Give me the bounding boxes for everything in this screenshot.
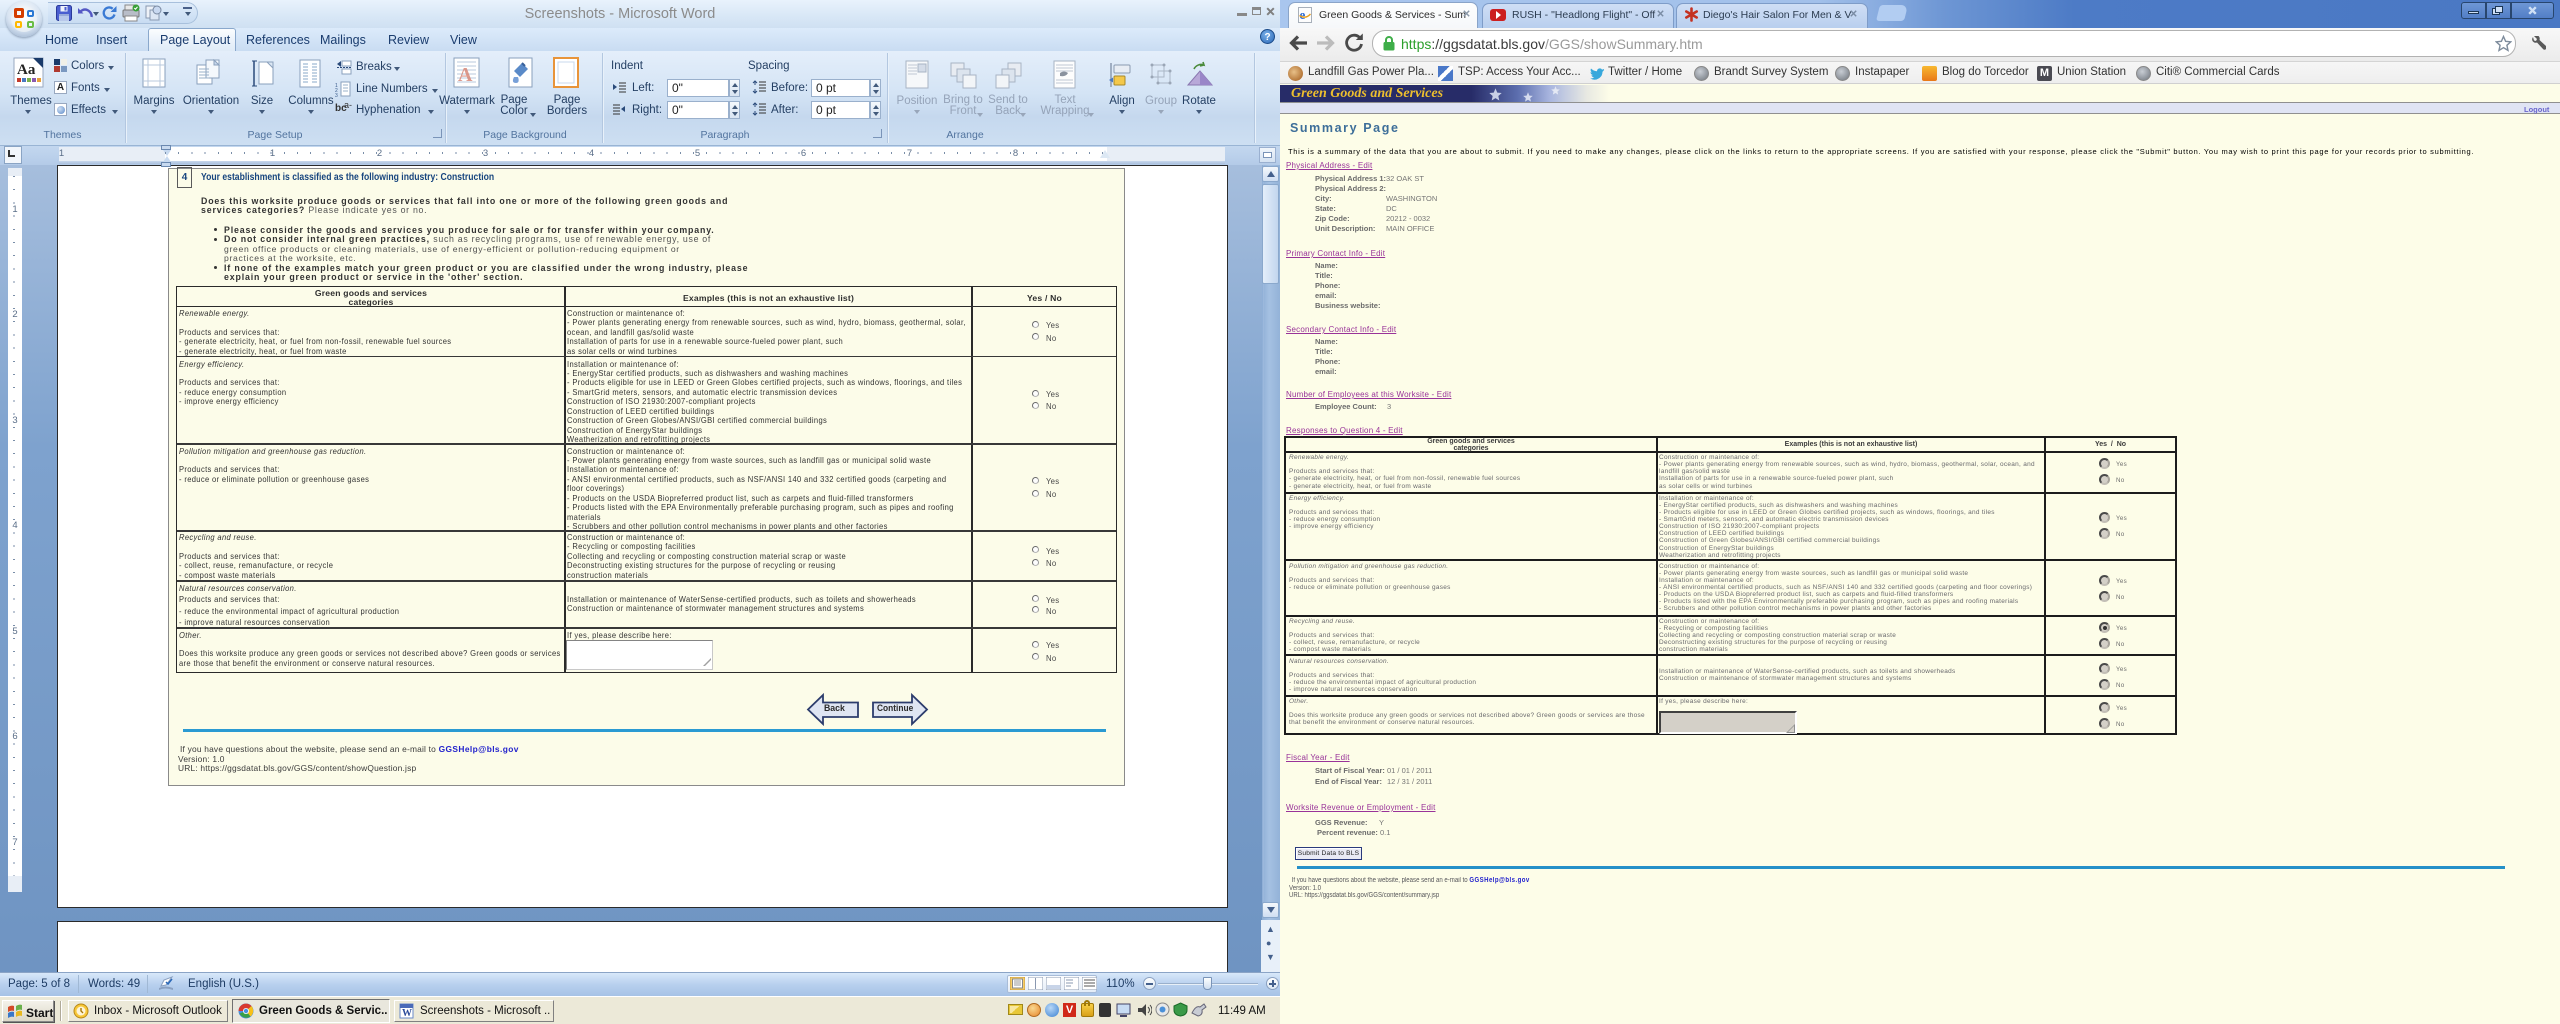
svg-text:W: W <box>402 1008 412 1019</box>
svg-text:3: 3 <box>335 93 338 97</box>
svg-text:Aa: Aa <box>17 62 36 78</box>
svg-text:e: e <box>1300 7 1306 22</box>
svg-text:A: A <box>458 64 473 86</box>
